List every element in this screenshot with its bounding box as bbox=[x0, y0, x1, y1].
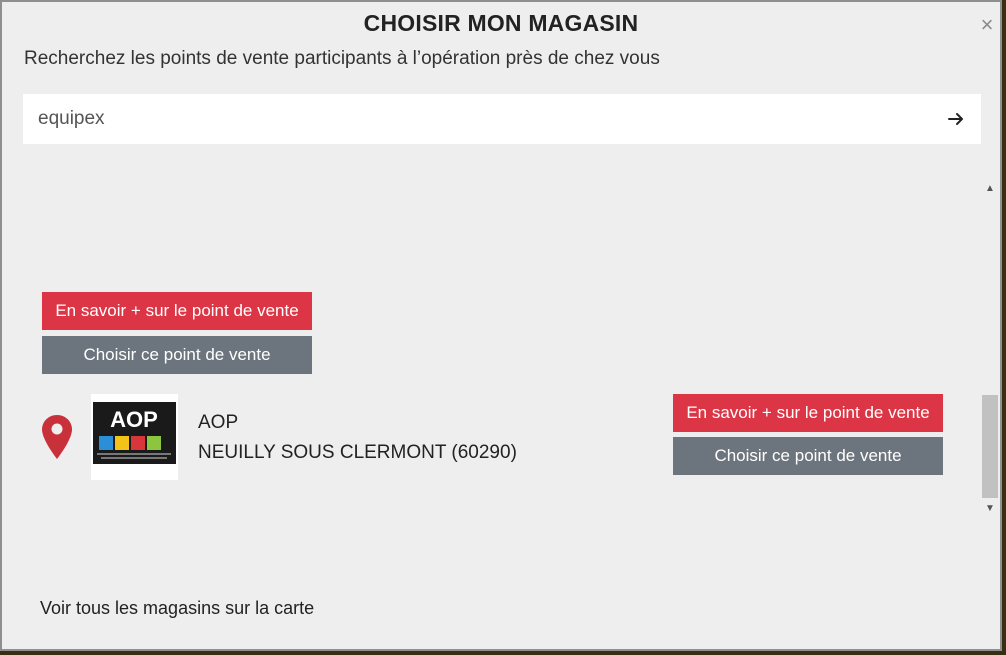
arrow-right-icon[interactable] bbox=[945, 108, 967, 130]
choose-store-button[interactable]: Choisir ce point de vente bbox=[673, 437, 943, 475]
scroll-down-arrow-icon[interactable]: ▼ bbox=[980, 499, 1000, 519]
map-pin-icon bbox=[42, 415, 72, 459]
svg-text:AOP: AOP bbox=[110, 407, 158, 432]
choose-store-button[interactable]: Choisir ce point de vente bbox=[42, 336, 312, 374]
aop-logo-icon: AOP bbox=[93, 402, 176, 464]
scroll-up-arrow-icon[interactable]: ▲ bbox=[980, 179, 1000, 199]
results-scrollbar[interactable]: ▲ ▼ bbox=[980, 177, 1000, 519]
learn-more-button[interactable]: En savoir + sur le point de vente bbox=[673, 394, 943, 432]
search-input[interactable] bbox=[23, 94, 938, 144]
view-all-stores-map-link[interactable]: Voir tous les magasins sur la carte bbox=[40, 598, 314, 619]
store-logo: AOP bbox=[91, 394, 178, 480]
search-bar bbox=[23, 94, 981, 144]
modal-subtitle: Recherchez les points de vente participa… bbox=[24, 48, 660, 69]
store-address: NEUILLY SOUS CLERMONT (60290) bbox=[198, 442, 517, 463]
store-name: AOP bbox=[198, 412, 239, 433]
results-list: En savoir + sur le point de vente Choisi… bbox=[23, 177, 1001, 519]
scrollbar-thumb[interactable] bbox=[982, 395, 998, 498]
modal-title: CHOISIR MON MAGASIN bbox=[363, 10, 639, 36]
learn-more-button[interactable]: En savoir + sur le point de vente bbox=[42, 292, 312, 330]
close-icon[interactable]: × bbox=[976, 14, 998, 36]
store-picker-modal: CHOISIR MON MAGASIN × Recherchez les poi… bbox=[0, 0, 1002, 651]
